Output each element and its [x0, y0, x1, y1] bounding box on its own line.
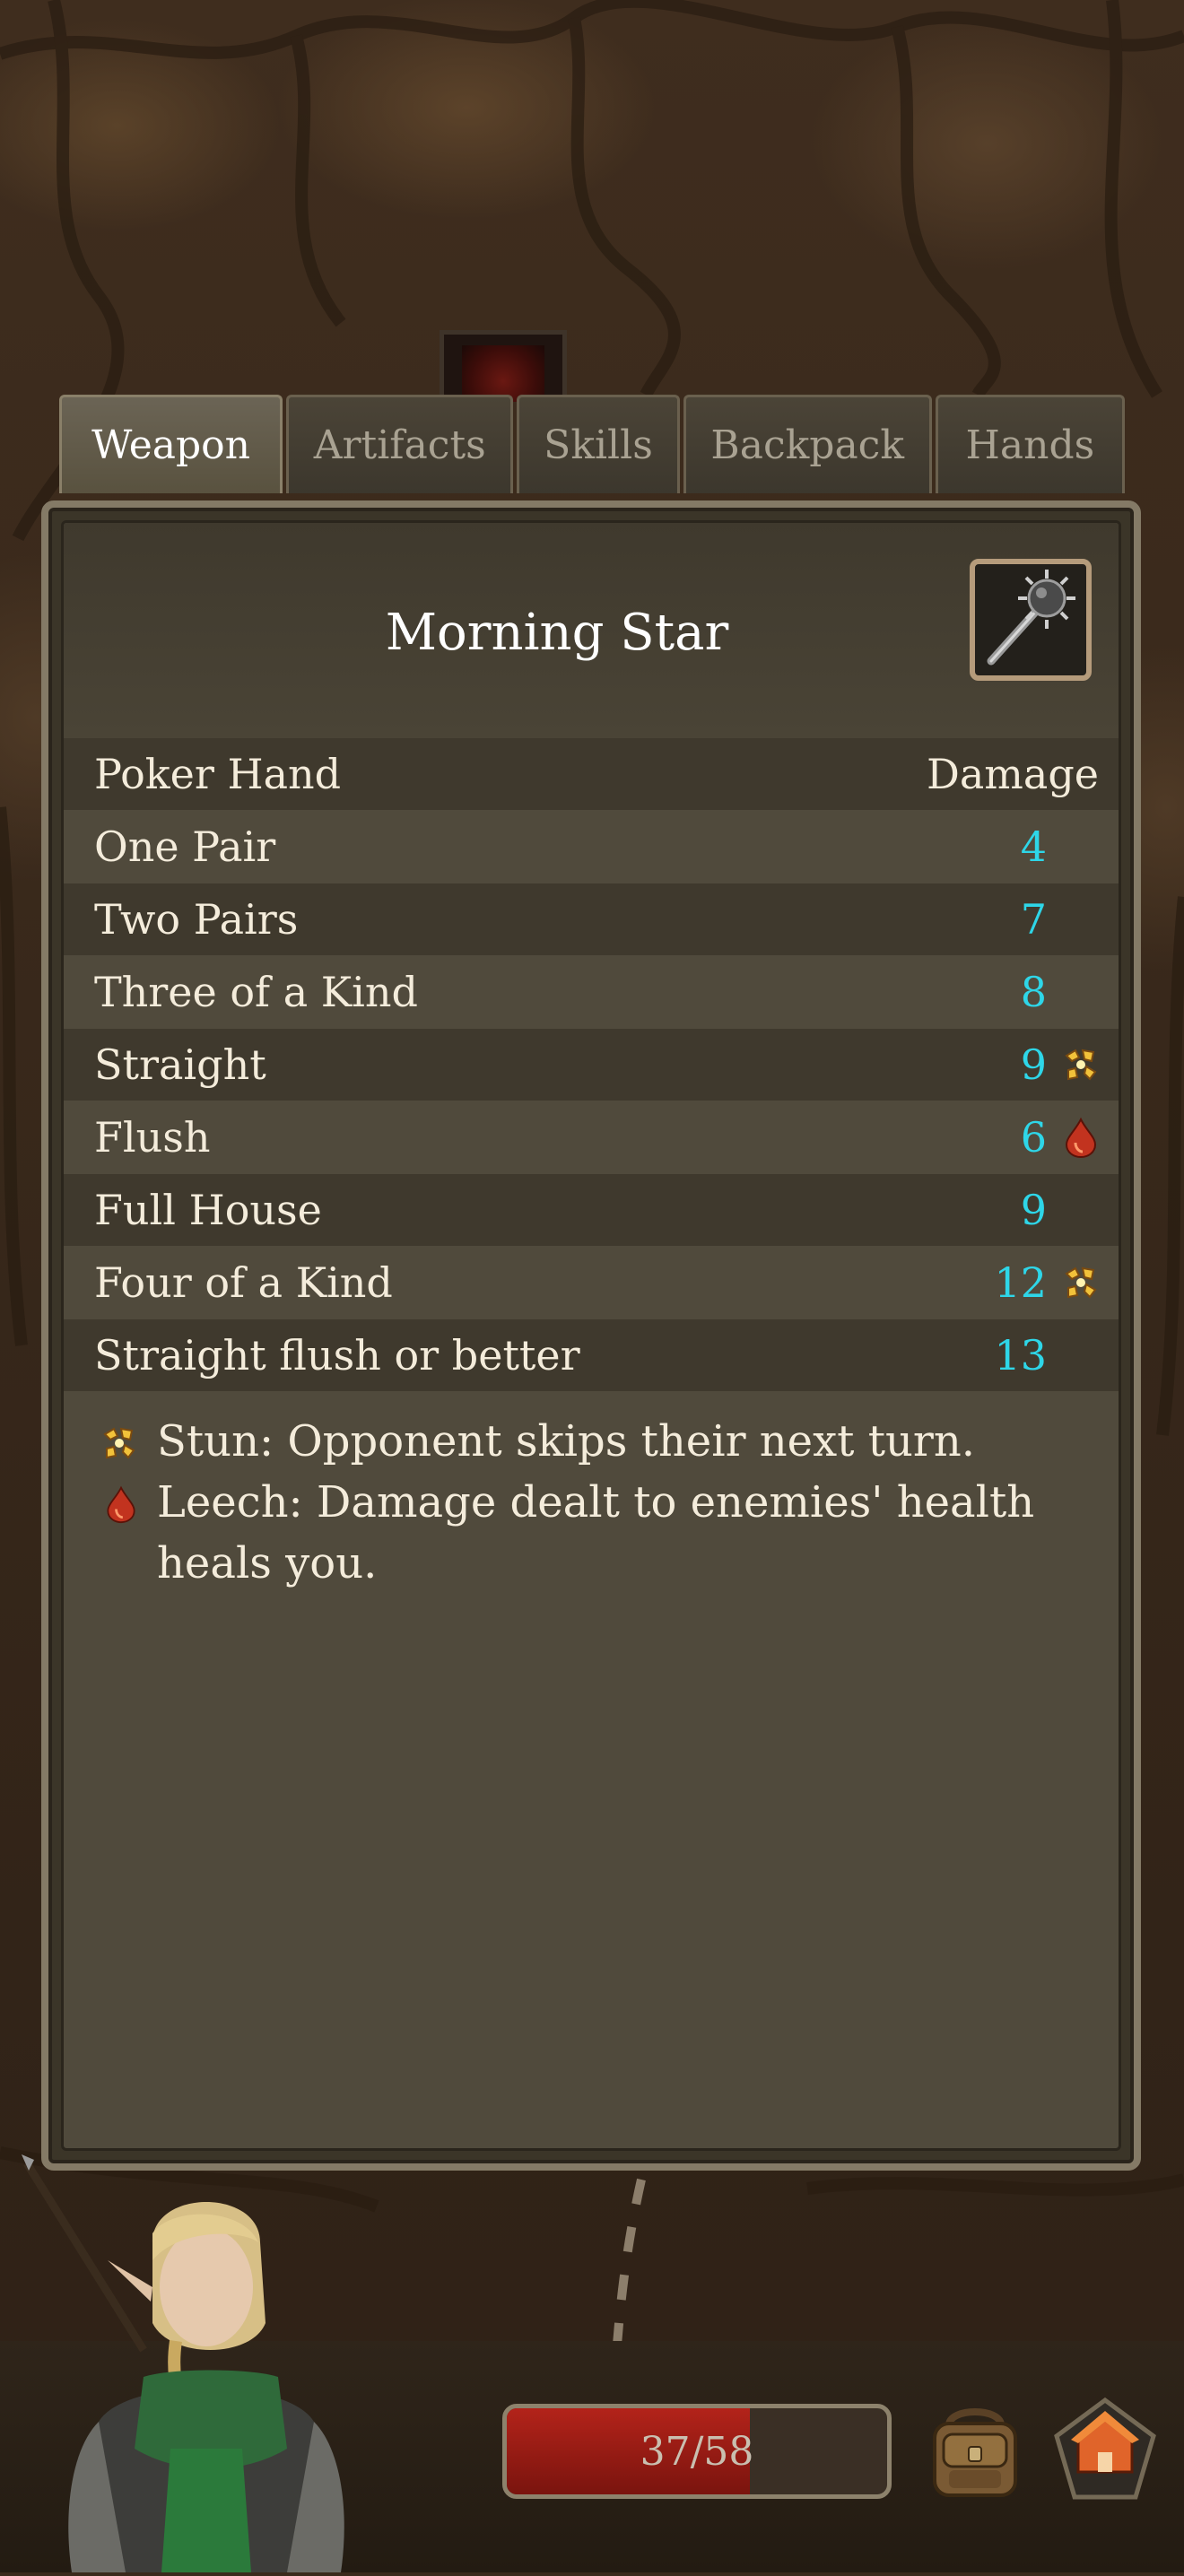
row-hand: Full House — [94, 1186, 322, 1234]
tab-hands[interactable]: Hands — [935, 395, 1125, 493]
damage-table: Poker Hand Damage One Pair 4 Two Pairs 7… — [64, 738, 1119, 1392]
stun-icon — [1059, 1261, 1102, 1304]
row-hand: One Pair — [94, 822, 276, 871]
table-row: Three of a Kind 8 — [64, 956, 1119, 1028]
table-row: Straight 9 — [64, 1029, 1119, 1101]
effects-legend: Stun: Opponent skips their next turn. Le… — [94, 1411, 1065, 1594]
row-damage: 9 — [1020, 1040, 1047, 1089]
health-text: 37/58 — [640, 2428, 754, 2475]
row-hand: Flush — [94, 1113, 211, 1162]
row-damage: 7 — [1020, 895, 1047, 944]
row-damage: 8 — [1020, 968, 1047, 1016]
table-row: Full House 9 — [64, 1174, 1119, 1246]
row-hand: Four of a Kind — [94, 1258, 393, 1307]
table-row: One Pair 4 — [64, 811, 1119, 883]
table-header: Poker Hand Damage — [64, 738, 1119, 810]
home-icon — [1054, 2397, 1156, 2500]
row-hand: Two Pairs — [94, 895, 299, 944]
leech-icon — [1059, 1116, 1102, 1159]
row-damage: 9 — [1020, 1186, 1047, 1234]
table-row: Straight flush or better 13 — [64, 1319, 1119, 1391]
leech-icon — [101, 1481, 144, 1524]
backpack-icon — [933, 2408, 1017, 2497]
stun-icon — [98, 1420, 141, 1463]
legend-stun: Stun: Opponent skips their next turn. — [94, 1411, 1065, 1472]
backpack-button[interactable] — [922, 2398, 1028, 2504]
home-button[interactable] — [1049, 2395, 1161, 2506]
tab-skills[interactable]: Skills — [517, 395, 680, 493]
header-poker-hand: Poker Hand — [94, 750, 342, 798]
tab-bar: Weapon Artifacts Skills Backpack Hands — [59, 395, 1125, 495]
row-hand: Straight — [94, 1040, 266, 1089]
table-row: Flush 6 — [64, 1101, 1119, 1173]
weapon-name: Morning Star — [385, 604, 729, 662]
row-hand: Straight flush or better — [94, 1331, 580, 1379]
stun-icon — [1059, 1043, 1102, 1086]
morning-star-icon[interactable] — [970, 559, 1092, 681]
row-damage: 6 — [1020, 1113, 1047, 1162]
row-damage: 12 — [994, 1258, 1047, 1307]
enemy-face-icon — [462, 345, 544, 402]
weapon-panel-inner: Morning Star Poker Hand Damage One Pair … — [61, 520, 1121, 2151]
table-row: Two Pairs 7 — [64, 883, 1119, 955]
legend-leech: Leech: Damage dealt to enemies' health h… — [94, 1472, 1065, 1594]
weapon-panel: Morning Star Poker Hand Damage One Pair … — [41, 500, 1141, 2171]
tab-artifacts[interactable]: Artifacts — [286, 395, 514, 493]
legend-leech-text: Leech: Damage dealt to enemies' health h… — [157, 1477, 1035, 1588]
row-hand: Three of a Kind — [94, 968, 418, 1016]
tab-weapon[interactable]: Weapon — [59, 395, 283, 493]
health-bar: 37/58 — [502, 2404, 892, 2499]
row-damage: 4 — [1020, 822, 1047, 871]
header-damage: Damage — [926, 750, 1099, 798]
hero-portrait[interactable] — [18, 2153, 395, 2572]
tab-backpack[interactable]: Backpack — [683, 395, 932, 493]
row-damage: 13 — [994, 1331, 1047, 1379]
enemy-portrait — [440, 330, 567, 402]
table-row: Four of a Kind 12 — [64, 1247, 1119, 1318]
legend-stun-text: Stun: Opponent skips their next turn. — [157, 1416, 976, 1466]
